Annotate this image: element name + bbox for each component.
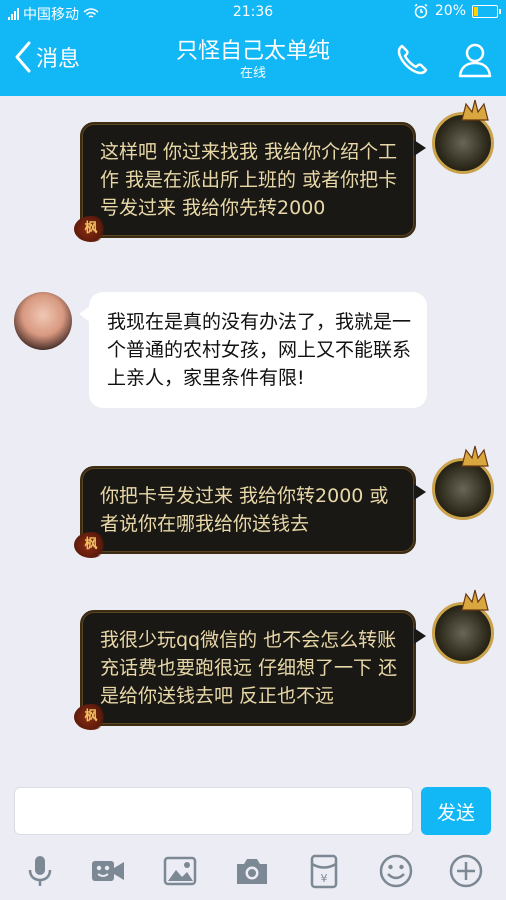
bubble-decoration-icon: 枫	[74, 532, 108, 558]
message-bubble-sent[interactable]: 这样吧 你过来找我 我给你介绍个工作 我是在派出所上班的 或者你把卡号发过来 我…	[74, 122, 426, 242]
input-toolbar: ¥	[0, 841, 506, 900]
plus-icon[interactable]	[448, 853, 484, 889]
message-text: 这样吧 你过来找我 我给你介绍个工作 我是在派出所上班的 或者你把卡号发过来 我…	[100, 141, 398, 219]
chevron-left-icon	[15, 41, 31, 73]
avatar-self[interactable]	[432, 444, 498, 520]
avatar-self[interactable]	[432, 98, 498, 174]
phone-icon[interactable]	[392, 40, 432, 80]
back-label: 消息	[36, 47, 81, 72]
send-button[interactable]: 发送	[421, 787, 491, 835]
svg-text:¥: ¥	[321, 872, 328, 885]
message-bubble-sent[interactable]: 你把卡号发过来 我给你转2000 或者说你在哪我给你送钱去 枫	[74, 466, 426, 558]
battery-percent: 20%	[434, 3, 466, 19]
red-packet-icon[interactable]: ¥	[306, 853, 342, 889]
chat-header: 消息 只怪自己太单纯 在线	[0, 26, 506, 96]
mic-icon[interactable]	[22, 853, 58, 889]
video-icon[interactable]	[90, 853, 126, 889]
crest-icon	[461, 99, 489, 121]
camera-icon[interactable]	[234, 853, 270, 889]
avatar-self[interactable]	[432, 588, 498, 664]
online-status: 在线	[239, 66, 266, 81]
back-button[interactable]: 消息	[12, 40, 80, 74]
chat-title: 只怪自己太单纯	[175, 39, 330, 64]
alarm-icon	[414, 3, 428, 19]
message-bubble-sent[interactable]: 我很少玩qq微信的 也不会怎么转账 充话费也要跑很远 仔细想了一下 还是给你送钱…	[74, 610, 426, 730]
message-list[interactable]: 这样吧 你过来找我 我给你介绍个工作 我是在派出所上班的 或者你把卡号发过来 我…	[0, 96, 506, 779]
user-icon[interactable]	[455, 40, 495, 80]
crest-icon	[461, 589, 489, 611]
avatar-contact[interactable]	[14, 292, 72, 350]
bubble-decoration-icon: 枫	[74, 704, 108, 730]
status-bar: 中国移动 21:36 20%	[0, 0, 506, 26]
emoji-icon[interactable]	[378, 853, 414, 889]
composer: 发送	[0, 779, 506, 841]
message-bubble-received[interactable]: 我现在是真的没有办法了，我就是一个普通的农村女孩，网上又不能联系上亲人，家里条件…	[79, 292, 427, 408]
top-bar: 中国移动 21:36 20% 消息 只怪自己太单纯 在线	[0, 0, 506, 96]
message-text: 我现在是真的没有办法了，我就是一个普通的农村女孩，网上又不能联系上亲人，家里条件…	[107, 311, 412, 389]
crest-icon	[461, 445, 489, 467]
message-text: 我很少玩qq微信的 也不会怎么转账 充话费也要跑很远 仔细想了一下 还是给你送钱…	[100, 629, 398, 707]
battery-icon	[472, 4, 501, 18]
message-input[interactable]	[14, 787, 413, 835]
bubble-decoration-icon: 枫	[74, 216, 108, 242]
image-icon[interactable]	[162, 853, 198, 889]
message-text: 你把卡号发过来 我给你转2000 或者说你在哪我给你送钱去	[100, 485, 389, 535]
